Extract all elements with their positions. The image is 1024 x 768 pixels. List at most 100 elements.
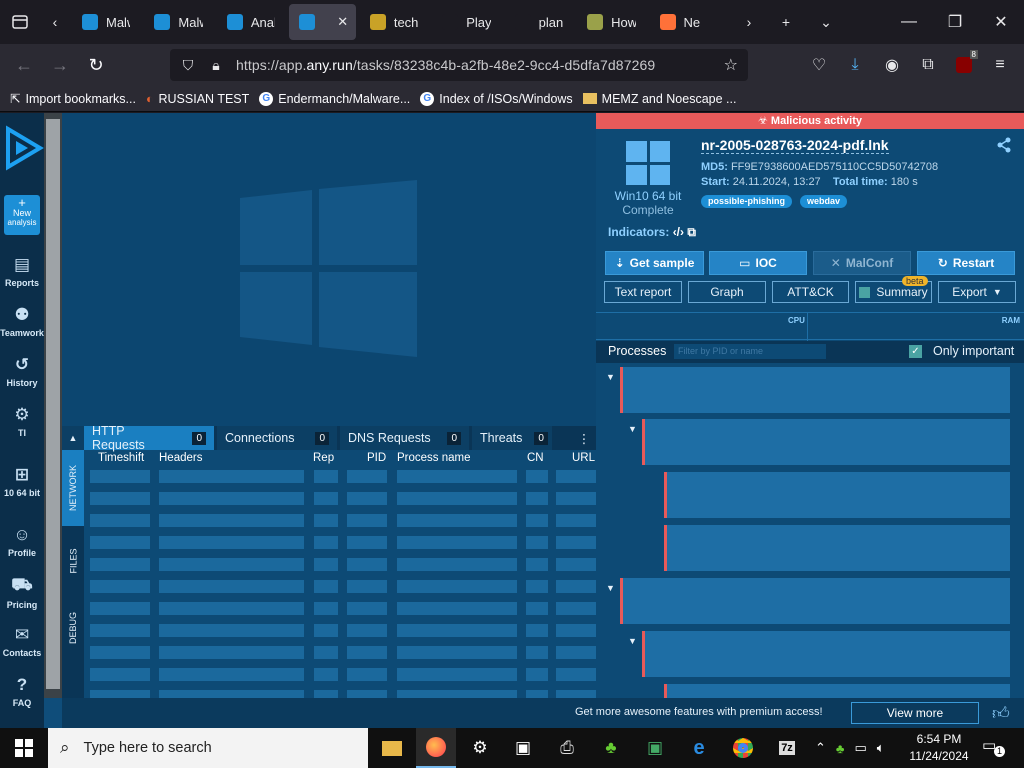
col-headers[interactable]: Headers [159,452,202,464]
table-row[interactable] [84,536,596,552]
process-row[interactable] [620,367,1010,413]
bookmark-russian-test[interactable]: ◐ RUSSIAN TEST [146,92,249,106]
browser-tab[interactable]: Analy [217,4,285,40]
get-sample-button[interactable]: ⇣ Get sample [605,251,704,275]
new-tab-icon[interactable]: + [766,0,806,44]
browser-tab[interactable]: techn [360,4,428,40]
tag-webdav[interactable]: webdav [800,195,848,208]
scrollbar-thumb[interactable] [46,119,60,689]
list-tabs-icon[interactable]: ⌄ [806,0,846,44]
tray-app-icon[interactable]: ♣ [836,741,845,756]
table-row[interactable] [84,558,596,574]
downloads-icon[interactable]: ⤓ [838,48,872,82]
bookmark-memz[interactable]: MEMZ and Noescape ... [582,92,736,106]
settings-taskbar-icon[interactable]: ⚙ [460,728,500,768]
restore-icon[interactable]: ❐ [932,0,978,44]
task-filename[interactable]: nr-2005-028763-2024-pdf.lnk [701,137,889,154]
expand-toggle-icon[interactable]: ▼ [628,424,637,434]
thumbs-up-icon[interactable]: 👍︎ [992,703,1010,724]
volume-icon[interactable]: 🔈︎ [877,740,885,756]
browser-tab[interactable]: How t [577,4,645,40]
tab-dns-requests[interactable]: DNS Requests 0 [340,426,469,450]
lock-icon[interactable]: 🔒︎ [202,57,230,74]
browser-tab[interactable]: plants [505,4,573,40]
bookmark-star-icon[interactable]: ☆ [724,55,738,75]
process-row[interactable] [664,472,1010,518]
nav-profile[interactable]: ☺ Profile [0,525,44,558]
tab-overview-icon[interactable] [0,0,40,44]
process-filter-input[interactable]: Filter by PID or name [674,344,826,359]
table-row[interactable] [84,668,596,684]
tag-possible-phishing[interactable]: possible-phishing [701,195,793,208]
table-row[interactable] [84,624,596,640]
export-button[interactable]: Export ▼ [938,281,1016,303]
more-options-icon[interactable]: ⋮ [575,426,593,450]
table-row[interactable] [84,514,596,530]
nav-teamwork[interactable]: ⚉ Teamwork [0,305,44,338]
nav-os[interactable]: ⊞ 10 64 bit [0,465,44,498]
malconf-button[interactable]: ✕ MalConf [813,251,911,275]
expand-toggle-icon[interactable]: ▼ [628,636,637,646]
process-row[interactable] [664,525,1010,571]
app-taskbar-icon-4[interactable]: ▣ [635,728,675,768]
account-icon[interactable]: ◉ [875,48,909,82]
view-more-button[interactable]: View more [851,702,979,724]
nav-faq[interactable]: ? FAQ [0,675,44,708]
taskbar-search-input[interactable]: ⌕ Type here to search [48,728,368,768]
nav-history[interactable]: ↺ History [0,355,44,388]
minimize-icon[interactable]: — [886,0,932,44]
graph-button[interactable]: Graph [688,281,766,303]
browser-tab[interactable]: Malw [72,4,140,40]
collapse-panel-icon[interactable]: ▲ [62,426,84,450]
firefox-taskbar-icon[interactable] [416,728,456,768]
browser-tab[interactable]: Malw [144,4,212,40]
tab-connections[interactable]: Connections 0 [217,426,337,450]
col-process-name[interactable]: Process name [397,452,471,464]
share-icon[interactable] [996,137,1012,158]
notifications-icon[interactable]: ▭ 1 [982,736,1006,760]
side-tab-files[interactable]: FILES [62,530,84,592]
process-row[interactable] [620,578,1010,624]
vm-screen[interactable] [62,113,596,426]
tabs-scroll-left-icon[interactable]: ‹ [40,0,70,44]
col-timeshift[interactable]: Timeshift [98,452,144,464]
app-taskbar-icon-2[interactable]: ⎙ [547,728,587,768]
network-icon[interactable]: ▭ [854,740,866,756]
anyrun-logo-icon[interactable] [2,123,44,173]
table-row[interactable] [84,602,596,618]
col-pid[interactable]: PID [367,452,386,464]
tab-http-requests[interactable]: HTTP Requests 0 [84,424,214,452]
browser-tab[interactable]: Ne [650,4,718,40]
side-tab-network[interactable]: NETWORK [62,450,84,526]
close-tab-icon[interactable]: ✕ [337,14,348,30]
bookmark-import[interactable]: ⇱ Import bookmarks... [10,91,136,107]
back-icon[interactable]: ← [6,47,42,83]
table-row[interactable] [84,470,596,486]
nav-reports[interactable]: ▤ Reports [0,255,44,288]
tracking-shield-icon[interactable]: ⛉ [174,57,202,74]
address-bar[interactable]: ⛉ 🔒︎ https://app.any.run/tasks/83238c4b-… [170,49,748,81]
process-row[interactable] [642,419,1010,465]
nav-pricing[interactable]: ⛟ Pricing [0,575,44,610]
ublock-icon[interactable]: 8 [947,48,981,82]
edge-taskbar-icon[interactable]: e [679,728,719,768]
extensions-icon[interactable]: ⧉ [911,48,945,82]
tray-overflow-icon[interactable]: ⌃ [815,740,826,756]
forward-icon[interactable]: → [42,47,78,83]
bookmark-isos[interactable]: G Index of /ISOs/Windows [420,91,573,106]
tab-threats[interactable]: Threats 0 [472,426,552,450]
pocket-icon[interactable]: ♡ [802,48,836,82]
page-scrollbar[interactable] [44,113,62,698]
taskbar-clock[interactable]: 6:54 PM 11/24/2024 [905,731,973,765]
table-row[interactable] [84,580,596,596]
tabs-scroll-right-icon[interactable]: › [734,0,764,44]
restart-button[interactable]: ↻ Restart [917,251,1015,275]
windows-start-icon[interactable] [0,728,48,768]
new-analysis-button[interactable]: + New analysis [4,195,40,235]
7zip-taskbar-icon[interactable]: 7z [767,728,807,768]
file-explorer-icon[interactable] [372,728,412,768]
expand-toggle-icon[interactable]: ▼ [606,372,615,382]
menu-icon[interactable]: ≡ [983,48,1017,82]
browser-tab[interactable]: A✕ [289,4,356,40]
text-report-button[interactable]: Text report [604,281,682,303]
